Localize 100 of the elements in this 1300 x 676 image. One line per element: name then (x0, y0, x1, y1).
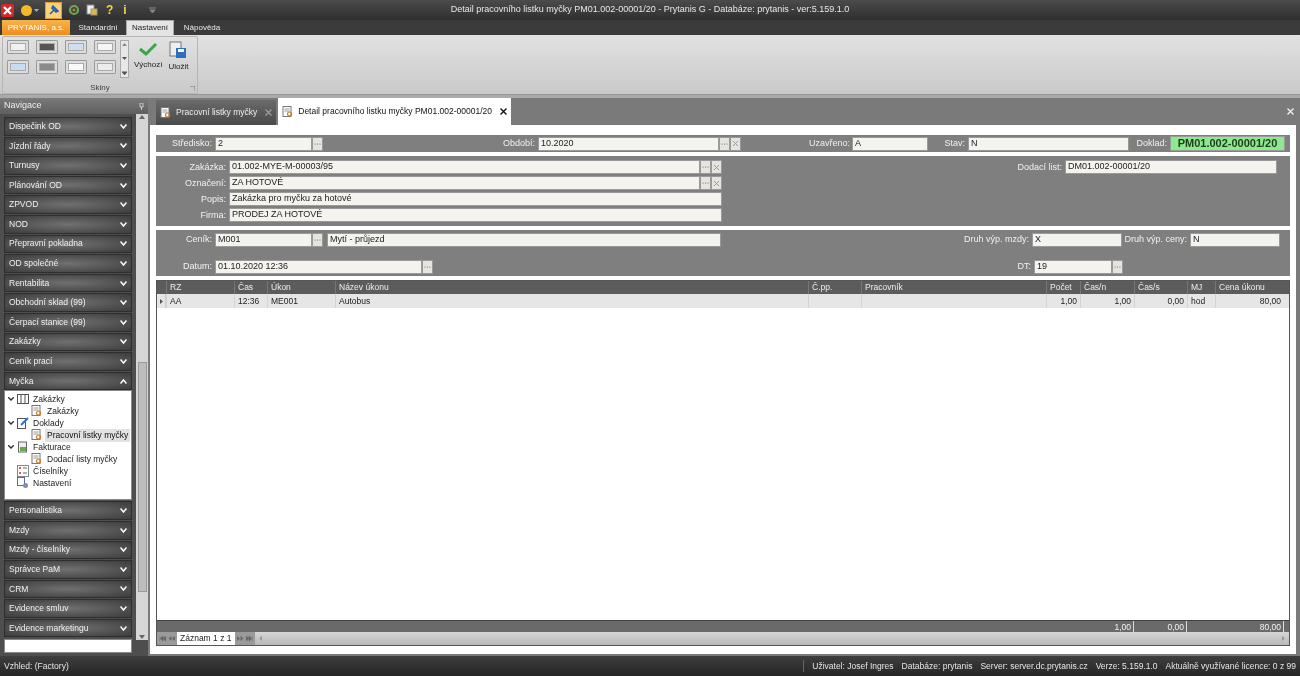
input-field[interactable]: A (852, 136, 928, 151)
input-field[interactable]: M001 (215, 232, 312, 247)
circle-icon[interactable] (20, 3, 33, 17)
more-icon[interactable] (122, 71, 127, 75)
input-field[interactable]: 2 (215, 136, 312, 151)
navigation-group[interactable]: ZPVOD (4, 195, 132, 214)
input-field[interactable]: Mytí - průjezd (327, 232, 721, 247)
input-field[interactable]: 01.10.2020 12:36 (215, 259, 422, 274)
navigation-group[interactable]: Zakázky (4, 332, 132, 352)
browse-button[interactable] (700, 160, 711, 174)
tree-item[interactable]: Zakázky (31, 392, 67, 406)
navigation-group[interactable]: Myčka (4, 371, 132, 391)
input-field[interactable]: 19 (1034, 259, 1112, 274)
toolbar-glyph[interactable]: i (121, 4, 129, 16)
numbered-list-icon (17, 465, 29, 478)
navigation-group[interactable]: Mzdy - číselníky (4, 540, 132, 560)
next-record-icon[interactable] (236, 636, 244, 641)
clear-button[interactable] (711, 176, 722, 190)
input-field[interactable]: 10.2020 (538, 136, 719, 151)
skin-preview[interactable] (36, 40, 58, 54)
browse-button[interactable] (312, 232, 323, 247)
browse-button[interactable] (312, 136, 323, 151)
tree-item[interactable]: Doklady (31, 416, 66, 430)
previous-record-icon[interactable] (168, 636, 175, 641)
skin-preview[interactable] (7, 40, 29, 54)
document-tab[interactable]: Detail pracovního listku myčky PM01.002-00001/20 (278, 98, 511, 125)
scrollbar[interactable] (136, 114, 148, 640)
browse-button[interactable] (422, 259, 433, 274)
navigation-group[interactable]: Obchodní sklad (99) (4, 293, 132, 312)
pin-icon[interactable] (139, 102, 144, 110)
skin-preview[interactable] (94, 40, 116, 54)
navigation-group[interactable]: Přepravní pokladna (4, 234, 132, 254)
scroll-right-icon[interactable] (1282, 636, 1285, 641)
collapse-icon[interactable] (8, 445, 14, 450)
dialog-launcher-icon[interactable] (190, 85, 195, 91)
navigation-group[interactable]: Evidence marketingu (4, 618, 132, 638)
input-field[interactable]: 01.002-MYE-M-00003/95 (229, 160, 700, 174)
input-field[interactable]: Zakázka pro myčku za hotové (229, 192, 722, 206)
clear-button[interactable] (730, 136, 741, 151)
scroll-thumb[interactable] (137, 362, 147, 592)
table-row[interactable]: AA 12:36 ME001 Autobus 1,00 1,00 0,00 hod 80,00 (157, 294, 1289, 308)
close-icon[interactable] (499, 108, 507, 115)
document-icon[interactable] (86, 4, 98, 16)
caret-icon[interactable] (34, 8, 39, 12)
input-field[interactable]: N (968, 136, 1129, 151)
navigation-group[interactable]: Čerpací stanice (99) (4, 312, 132, 332)
skin-preview[interactable] (65, 60, 87, 74)
navigation-group[interactable]: Mzdy (4, 520, 132, 540)
navigation-group[interactable]: Evidence smluv (4, 599, 132, 618)
input-field[interactable]: ZA HOTOVÉ (229, 176, 700, 190)
scroll-down-icon[interactable] (122, 57, 127, 60)
tree-item[interactable]: Číselníky (31, 464, 70, 478)
input-field[interactable] (4, 639, 132, 654)
scroll-left-icon[interactable] (258, 636, 262, 641)
navigation-group[interactable]: CRM (4, 579, 132, 599)
scroll-down-icon[interactable] (139, 635, 145, 639)
input-field[interactable]: N (1190, 232, 1280, 247)
ribbon-tab[interactable]: Nápověda (178, 20, 226, 35)
collapse-icon[interactable] (8, 421, 14, 426)
field-label: Dodací list: (1017, 161, 1062, 172)
navigation-group[interactable]: Turnusy (4, 156, 132, 175)
input-field[interactable]: DM01.002-00001/20 (1065, 160, 1277, 174)
navigation-group[interactable]: Rentabilita (4, 273, 132, 293)
document-tab[interactable]: Pracovní listky myčky (156, 100, 277, 125)
navigation-group[interactable]: Personalistika (4, 501, 132, 520)
navigation-group[interactable]: Plánování OD (4, 175, 132, 195)
navigation-group[interactable]: Správce PaM (4, 560, 132, 579)
pin-button[interactable] (45, 1, 62, 19)
input-field[interactable]: PRODEJ ZA HOTOVÉ (229, 208, 722, 222)
close-icon[interactable] (1, 3, 14, 17)
field-label: Popis: (201, 193, 226, 204)
ellipsis-icon (424, 265, 431, 268)
browse-button[interactable] (719, 136, 730, 151)
clear-button[interactable] (711, 160, 722, 174)
collapse-icon[interactable] (8, 397, 14, 402)
ribbon-tab[interactable]: Standardní (74, 20, 122, 35)
toolbar-glyph[interactable]: ? (104, 4, 116, 16)
tree-item[interactable]: Zakázky (45, 404, 81, 418)
gallery-scrollbar[interactable] (120, 40, 129, 78)
navigation-group[interactable]: Dispečink OD (4, 117, 132, 136)
skin-preview[interactable] (36, 60, 58, 74)
navigation-group[interactable]: Jízdní řády (4, 136, 132, 156)
input-field[interactable]: X (1032, 232, 1122, 247)
ribbon-button[interactable]: Uložit (167, 40, 190, 73)
navigation-group[interactable]: Ceník prací (4, 352, 132, 371)
browse-button[interactable] (700, 176, 711, 190)
browse-button[interactable] (1112, 259, 1123, 274)
ribbon-tab[interactable]: Nastavení (126, 20, 174, 35)
ribbon-button[interactable]: Výchozí (133, 40, 164, 71)
last-record-icon[interactable] (245, 636, 253, 641)
navigation-group[interactable]: NOD (4, 214, 132, 234)
navigation-group[interactable]: OD společné (4, 254, 132, 273)
scroll-up-icon[interactable] (122, 43, 127, 46)
tree-item[interactable]: Dodací listy myčky (45, 452, 120, 466)
tree-item[interactable]: Nastavení (31, 476, 74, 490)
first-record-icon[interactable] (159, 636, 166, 641)
tree-item[interactable]: Fakturace (31, 440, 73, 454)
tree-item[interactable]: Pracovní listky myčky (45, 428, 131, 442)
customize-icon[interactable] (148, 7, 156, 13)
refresh-icon[interactable] (68, 4, 80, 16)
